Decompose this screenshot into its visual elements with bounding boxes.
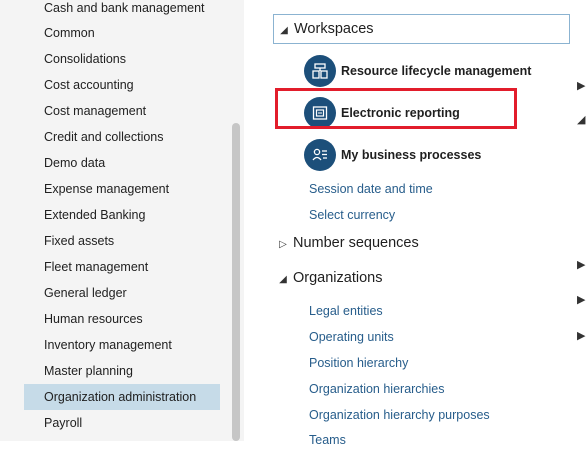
tile-label: Resource lifecycle management xyxy=(341,64,532,78)
nav-item-extended-banking[interactable]: Extended Banking xyxy=(24,202,220,228)
tile-label: My business processes xyxy=(341,148,482,162)
link-organization-hierarchies[interactable]: Organization hierarchies xyxy=(309,379,445,399)
nav-item-human-resources[interactable]: Human resources xyxy=(24,306,220,332)
workspaces-section-header[interactable]: ◢ Workspaces xyxy=(273,14,570,44)
nav-item-cost-management[interactable]: Cost management xyxy=(24,98,220,124)
collapsed-triangle-icon[interactable]: ▶ xyxy=(577,259,586,271)
nav-item-master-planning[interactable]: Master planning xyxy=(24,358,220,384)
organizations-section-header[interactable]: ◢ Organizations xyxy=(273,263,382,293)
workspaces-title: Workspaces xyxy=(294,21,374,37)
nav-item-credit-and-collections[interactable]: Credit and collections xyxy=(24,124,220,150)
link-teams[interactable]: Teams xyxy=(309,430,346,450)
nav-item-inventory-management[interactable]: Inventory management xyxy=(24,332,220,358)
nav-item-common[interactable]: Common xyxy=(24,20,220,46)
expanded-triangle-icon[interactable]: ◢ xyxy=(577,114,586,126)
link-session-date-and-time[interactable]: Session date and time xyxy=(309,179,433,199)
nav-item-organization-administration[interactable]: Organization administration xyxy=(24,384,220,410)
link-operating-units[interactable]: Operating units xyxy=(309,327,394,347)
number-sequences-section-header[interactable]: ▷ Number sequences xyxy=(273,228,419,258)
nav-item-expense-management[interactable]: Expense management xyxy=(24,176,220,202)
link-legal-entities[interactable]: Legal entities xyxy=(309,301,383,321)
collapsed-triangle-icon: ▷ xyxy=(279,239,287,250)
nav-item-demo-data[interactable]: Demo data xyxy=(24,150,220,176)
number-sequences-title: Number sequences xyxy=(293,235,419,251)
navigation-pane: Cash and bank management Common Consolid… xyxy=(0,0,244,441)
highlight-annotation-box xyxy=(275,88,517,129)
nav-item-cost-accounting[interactable]: Cost accounting xyxy=(24,72,220,98)
nav-item-general-ledger[interactable]: General ledger xyxy=(24,280,220,306)
collapsed-triangle-icon[interactable]: ▶ xyxy=(577,330,586,342)
business-processes-icon xyxy=(304,139,336,171)
collapsed-triangle-icon[interactable]: ▶ xyxy=(577,80,586,92)
nav-item-payroll[interactable]: Payroll xyxy=(24,410,220,436)
link-position-hierarchy[interactable]: Position hierarchy xyxy=(309,353,408,373)
organizations-title: Organizations xyxy=(293,270,383,286)
expanded-triangle-icon: ◢ xyxy=(280,25,288,36)
collapsed-triangle-icon[interactable]: ▶ xyxy=(577,294,586,306)
nav-item-fixed-assets[interactable]: Fixed assets xyxy=(24,228,220,254)
resource-lifecycle-icon xyxy=(304,55,336,87)
nav-scrollbar-thumb[interactable] xyxy=(232,123,240,441)
nav-item-consolidations[interactable]: Consolidations xyxy=(24,46,220,72)
nav-item-fleet-management[interactable]: Fleet management xyxy=(24,254,220,280)
nav-item-cash-and-bank-management[interactable]: Cash and bank management xyxy=(24,0,220,21)
link-select-currency[interactable]: Select currency xyxy=(309,205,395,225)
expanded-triangle-icon: ◢ xyxy=(279,274,287,285)
link-organization-hierarchy-purposes[interactable]: Organization hierarchy purposes xyxy=(309,405,490,425)
